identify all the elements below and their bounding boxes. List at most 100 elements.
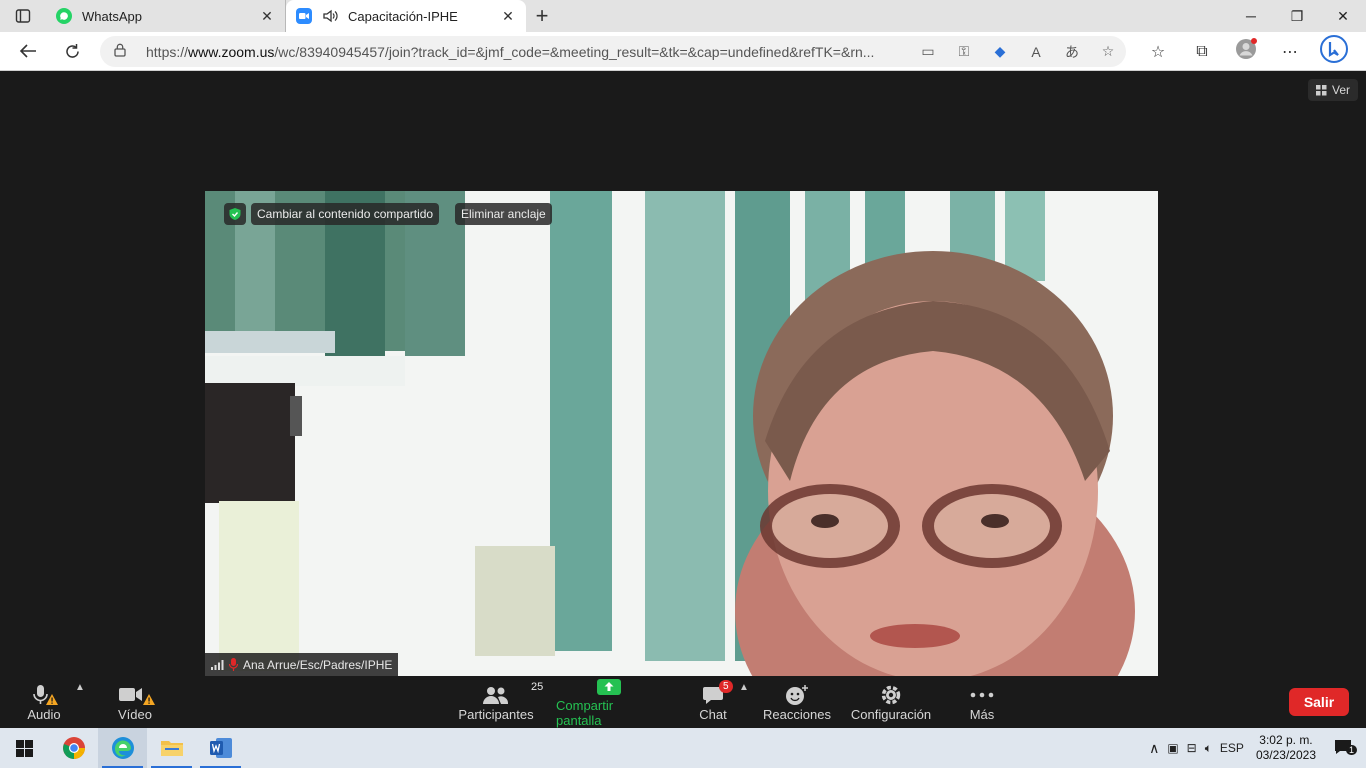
participant-name: Ana Arrue/Esc/Padres/IPHE <box>243 657 393 672</box>
favorites-icon[interactable]: ☆ <box>1136 42 1180 62</box>
address-bar-icons: ▭ ⚿ ◆ A あ ☆ <box>910 42 1126 62</box>
volume-icon[interactable]: 🔈︎ <box>1201 741 1216 756</box>
participant-video: Cambiar al contenido compartido Eliminar… <box>205 191 1158 676</box>
url-prefix: https:// <box>146 43 189 60</box>
tab-actions-button[interactable] <box>0 0 46 32</box>
url-text[interactable]: https://www.zoom.us/wc/83940945457/join?… <box>146 44 910 60</box>
read-aloud-icon[interactable]: A <box>1018 44 1054 60</box>
settings-button[interactable]: Configuración <box>851 676 931 728</box>
signal-strength-icon <box>211 660 224 670</box>
camera-icon[interactable]: ▭ <box>910 43 946 60</box>
whatsapp-icon <box>56 8 72 24</box>
back-button[interactable] <box>8 35 48 67</box>
tab-title: Capacitación-IPHE <box>348 8 458 24</box>
zoom-meeting-area: Ver Cambiar al contenido compartido Elim… <box>0 71 1366 676</box>
leave-meeting-button[interactable]: Salir <box>1289 688 1349 716</box>
more-label: Más <box>969 706 995 722</box>
refresh-button[interactable] <box>52 35 92 67</box>
settings-label: Configuración <box>850 706 932 722</box>
settings-icon-wrap <box>880 683 902 707</box>
microphone-warning-icon <box>33 684 58 705</box>
translate-icon[interactable]: あ <box>1054 42 1090 62</box>
unpin-button[interactable]: Eliminar anclaje <box>455 203 552 225</box>
system-tray: ∧ ▣ ⊟ 🔈︎ ESP 3:02 p. m. 03/23/2023 1 <box>1145 728 1366 768</box>
tab-whatsapp[interactable]: WhatsApp ✕ <box>46 0 286 32</box>
more-icon-wrap <box>970 683 994 707</box>
audio-button[interactable]: Audio <box>22 676 66 728</box>
security-badge[interactable] <box>224 203 246 225</box>
collections-icon[interactable]: ⧉ <box>1180 43 1224 61</box>
bing-chat-icon[interactable] <box>1312 35 1356 68</box>
audio-options-chevron-icon[interactable]: ▲ <box>75 682 85 693</box>
video-frame-image <box>205 191 1158 676</box>
more-options-icon[interactable]: ⋯ <box>1268 42 1312 62</box>
video-label: Vídeo <box>118 706 152 722</box>
zoom-toolbar: Audio ▲ Vídeo 25 Participantes Compartir… <box>0 676 1366 728</box>
audio-icon-wrap <box>28 683 60 707</box>
chat-badge: 5 <box>719 679 733 693</box>
participants-button[interactable]: 25 Participantes <box>458 676 543 728</box>
switch-shared-label: Cambiar al contenido compartido <box>257 207 434 221</box>
taskbar-file-explorer[interactable] <box>147 728 196 768</box>
switch-shared-content-button[interactable]: Cambiar al contenido compartido <box>251 203 440 225</box>
restore-button[interactable]: ❐ <box>1274 0 1320 32</box>
view-button[interactable]: Ver <box>1307 79 1358 101</box>
browser-right-icons: ☆ ⧉ ⋯ <box>1136 32 1356 71</box>
minimize-button[interactable]: ─ <box>1228 0 1274 32</box>
grid-icon <box>1315 84 1327 95</box>
close-window-button[interactable]: ✕ <box>1320 0 1366 32</box>
reactions-icon-wrap <box>785 683 809 707</box>
refresh-icon <box>65 43 79 58</box>
chat-options-chevron-icon[interactable]: ▲ <box>739 682 749 693</box>
chrome-icon <box>62 737 85 759</box>
folder-icon <box>160 741 183 756</box>
view-label: Ver <box>1331 83 1350 97</box>
chat-button[interactable]: 5 Chat <box>698 676 733 728</box>
network-icon[interactable]: ⊟ <box>1183 741 1201 755</box>
video-icon-wrap <box>115 683 155 707</box>
windows-taskbar: ∧ ▣ ⊟ 🔈︎ ESP 3:02 p. m. 03/23/2023 1 <box>0 728 1366 768</box>
reactions-button[interactable]: Reacciones <box>763 676 831 728</box>
key-icon[interactable]: ⚿ <box>946 43 982 60</box>
address-bar[interactable]: https://www.zoom.us/wc/83940945457/join?… <box>100 36 1126 67</box>
close-icon[interactable]: ✕ <box>500 8 516 24</box>
profile-avatar-icon[interactable] <box>1224 38 1268 65</box>
share-icon-wrap <box>596 676 622 698</box>
url-domain: www.zoom.us <box>188 43 275 60</box>
share-screen-button[interactable]: Compartir pantalla <box>556 676 662 728</box>
clock[interactable]: 3:02 p. m. 03/23/2023 <box>1248 733 1324 763</box>
new-tab-button[interactable]: + <box>526 0 558 32</box>
taskbar-edge[interactable] <box>98 728 147 768</box>
taskbar-chrome[interactable] <box>49 728 98 768</box>
tab-actions-icon <box>15 9 31 23</box>
video-camera-warning-icon <box>119 687 155 705</box>
tray-app-icon[interactable]: ▣ <box>1163 741 1182 755</box>
url-path: /wc/83940945457/join?track_id=&jmf_code=… <box>274 43 875 60</box>
language-indicator[interactable]: ESP <box>1216 741 1248 755</box>
arrow-left-icon <box>19 44 36 58</box>
reactions-label: Reacciones <box>763 706 831 722</box>
video-button[interactable]: Vídeo <box>112 676 158 728</box>
tray-chevron-up-icon[interactable]: ∧ <box>1145 740 1163 757</box>
notifications-button[interactable]: 1 <box>1324 739 1366 758</box>
speaker-icon[interactable] <box>322 9 338 23</box>
more-button[interactable]: Más <box>968 676 996 728</box>
mic-muted-icon <box>229 658 238 671</box>
favorite-add-icon[interactable]: ☆ <box>1090 43 1126 60</box>
start-button[interactable] <box>0 728 49 768</box>
share-screen-icon <box>597 679 621 695</box>
browser-tab-strip: WhatsApp ✕ Capacitación-IPHE ✕ + ─ ❐ ✕ <box>0 0 1366 32</box>
coupon-tag-icon[interactable]: ◆ <box>982 43 1018 60</box>
edge-icon <box>111 737 134 759</box>
participants-label: Participantes <box>458 706 534 722</box>
tab-capacitacion-iphe[interactable]: Capacitación-IPHE ✕ <box>286 0 526 32</box>
restore-icon: ❐ <box>1290 7 1304 24</box>
plus-icon: + <box>535 3 549 28</box>
word-icon <box>209 738 232 758</box>
close-icon[interactable]: ✕ <box>259 8 275 24</box>
clock-time: 3:02 p. m. <box>1259 733 1313 747</box>
taskbar-word[interactable] <box>196 728 245 768</box>
zoom-icon <box>296 8 312 24</box>
lock-icon[interactable] <box>114 43 132 60</box>
windows-logo-icon <box>16 739 33 757</box>
